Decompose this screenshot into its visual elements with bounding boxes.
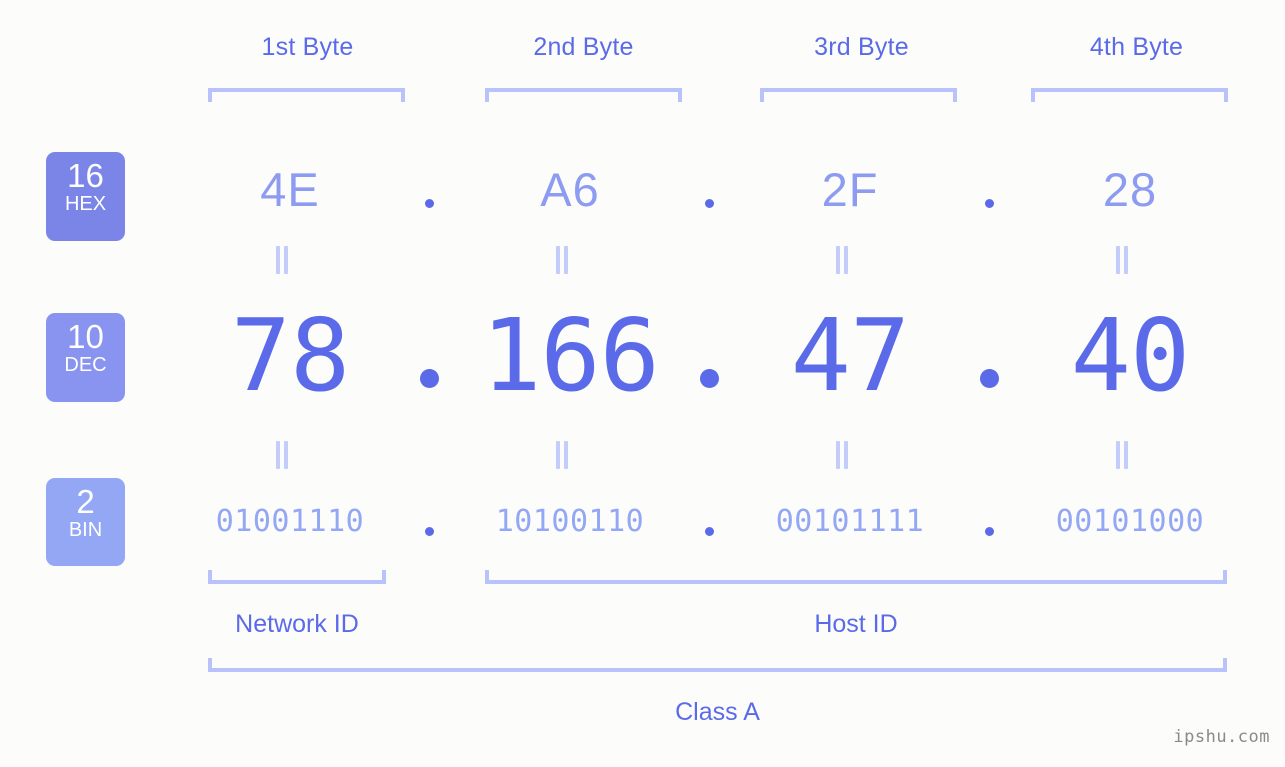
equality-connector-3 xyxy=(702,441,982,469)
bin-octet-1-value: 01001110 xyxy=(215,504,365,539)
equals-rotated-icon xyxy=(1115,441,1129,469)
radix-badge-hex: 16 HEX xyxy=(46,152,125,241)
host-id-label: Host ID xyxy=(814,610,898,638)
hex-octet-3: 2F xyxy=(710,155,994,225)
equality-connector-1 xyxy=(142,246,422,274)
byte-bracket-2 xyxy=(485,88,682,102)
bin-octet-4: 00101000 xyxy=(990,496,1270,548)
bin-octet-1: 01001110 xyxy=(150,496,434,548)
byte-header-4-label: 4th Byte xyxy=(1089,33,1184,61)
byte-header-2-label: 2nd Byte xyxy=(533,33,634,61)
bin-octet-2: 10100110 xyxy=(430,496,714,548)
byte-bracket-4 xyxy=(1031,88,1228,102)
equals-rotated-icon xyxy=(275,246,289,274)
hex-octet-4-value: 28 xyxy=(1102,163,1158,216)
equality-connector-3 xyxy=(702,246,982,274)
hex-octet-4: 28 xyxy=(990,155,1270,225)
equality-connectors-dec-bin xyxy=(150,441,1270,469)
network-id-bracket xyxy=(208,570,386,584)
equals-rotated-icon xyxy=(555,246,569,274)
equality-connector-2 xyxy=(422,246,702,274)
hex-value-row: 4E A6 2F 28 xyxy=(150,155,1270,225)
byte-header-1: 1st Byte xyxy=(190,33,425,62)
byte-header-4: 4th Byte xyxy=(1019,33,1254,62)
host-id-bracket xyxy=(485,570,1227,584)
hex-octet-1: 4E xyxy=(150,155,434,225)
address-class-label: Class A xyxy=(675,698,760,726)
equals-rotated-icon xyxy=(275,441,289,469)
equals-rotated-icon xyxy=(835,441,849,469)
host-id-caption: Host ID xyxy=(485,610,1227,639)
byte-header-3-label: 3rd Byte xyxy=(814,33,909,61)
decimal-value-row: 78 166 47 40 xyxy=(150,300,1270,412)
equals-rotated-icon xyxy=(835,246,849,274)
binary-value-row: 01001110 10100110 00101111 00101000 xyxy=(150,496,1270,548)
address-class-bracket xyxy=(208,658,1227,672)
equality-connector-1 xyxy=(142,441,422,469)
bin-octet-3-value: 00101111 xyxy=(775,504,925,539)
byte-bracket-3 xyxy=(760,88,957,102)
radix-badge-bin-abbr: BIN xyxy=(68,519,103,541)
dec-octet-1-value: 78 xyxy=(230,297,350,414)
dec-octet-4: 40 xyxy=(990,300,1270,412)
byte-header-1-label: 1st Byte xyxy=(261,33,354,61)
bin-octet-2-value: 10100110 xyxy=(495,504,645,539)
hex-octet-2: A6 xyxy=(430,155,714,225)
dec-octet-3: 47 xyxy=(710,297,999,414)
network-id-caption: Network ID xyxy=(208,610,386,639)
ip-address-breakdown-diagram: 1st Byte 2nd Byte 3rd Byte 4th Byte 16 H… xyxy=(0,0,1285,767)
equals-rotated-icon xyxy=(555,441,569,469)
radix-badge-hex-number: 16 xyxy=(67,157,104,194)
dec-octet-3-value: 47 xyxy=(790,297,910,414)
radix-badge-dec-number: 10 xyxy=(67,318,104,355)
dec-octet-4-value: 40 xyxy=(1070,297,1190,414)
bin-octet-3: 00101111 xyxy=(710,496,994,548)
radix-badge-dec-abbr: DEC xyxy=(64,354,107,376)
dec-octet-1: 78 xyxy=(150,297,439,414)
bin-octet-4-value: 00101000 xyxy=(1055,504,1205,539)
hex-octet-2-value: A6 xyxy=(540,163,600,216)
radix-badge-bin-number: 2 xyxy=(76,483,95,520)
byte-header-2: 2nd Byte xyxy=(466,33,701,62)
equality-connector-2 xyxy=(422,441,702,469)
hex-octet-3-value: 2F xyxy=(821,163,879,216)
dec-octet-2-value: 166 xyxy=(481,297,660,414)
address-class-caption: Class A xyxy=(208,698,1227,727)
equality-connector-4 xyxy=(982,246,1262,274)
equals-rotated-icon xyxy=(1115,246,1129,274)
dec-octet-2: 166 xyxy=(430,297,719,414)
site-watermark: ipshu.com xyxy=(1173,727,1270,747)
byte-header-3: 3rd Byte xyxy=(744,33,979,62)
radix-badge-dec: 10 DEC xyxy=(46,313,125,402)
byte-bracket-1 xyxy=(208,88,405,102)
hex-octet-1-value: 4E xyxy=(260,163,320,216)
radix-badge-bin: 2 BIN xyxy=(46,478,125,566)
network-id-label: Network ID xyxy=(235,610,359,638)
radix-badge-hex-abbr: HEX xyxy=(64,193,107,215)
equality-connectors-hex-dec xyxy=(150,246,1270,274)
equality-connector-4 xyxy=(982,441,1262,469)
